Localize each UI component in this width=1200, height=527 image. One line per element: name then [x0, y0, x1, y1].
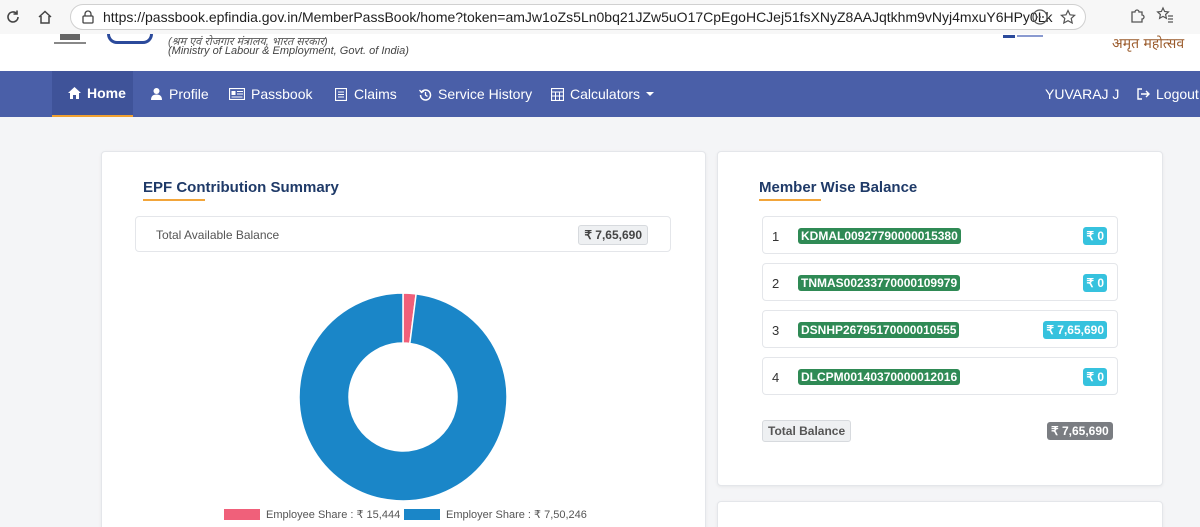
logout-label: Logout — [1156, 86, 1199, 102]
address-bar[interactable]: https://passbook.epfindia.gov.in/MemberP… — [70, 4, 1086, 30]
logout-icon — [1136, 87, 1150, 101]
site-header: (श्रम एवं रोजगार मंत्रालय, भारत सरकार) (… — [0, 34, 1200, 71]
user-icon — [149, 87, 163, 101]
nav-calculators[interactable]: Calculators — [550, 71, 655, 117]
contribution-donut-chart — [299, 293, 507, 501]
user-name-label: YUVARAJ J — [1045, 86, 1120, 102]
donut-slice-employer-share[interactable] — [299, 293, 507, 501]
calculator-icon — [550, 87, 564, 101]
member-account-badge: DLCPM00140370000012016 — [798, 369, 961, 385]
nav-passbook[interactable]: Passbook — [229, 71, 312, 117]
member-row: 1 KDMAL00927790000015380 ₹ 0 — [762, 216, 1118, 254]
member-amount-badge: ₹ 0 — [1083, 227, 1107, 245]
nav-profile-label: Profile — [169, 86, 209, 102]
member-row: 4 DLCPM00140370000012016 ₹ 0 — [762, 357, 1118, 395]
epf-title-underline — [143, 199, 205, 201]
legend-employee-swatch — [224, 509, 260, 520]
nav-home-label: Home — [87, 85, 126, 101]
next-card — [717, 501, 1163, 527]
total-balance-label: Total Balance — [762, 420, 852, 442]
member-balance-title: Member Wise Balance — [759, 179, 918, 196]
legend-employer-swatch — [404, 509, 440, 520]
amrit-mahotsav-logo: अमृत महोत्सव — [1112, 36, 1185, 52]
national-emblem-logo — [54, 34, 86, 44]
member-account-badge: DSNHP26795170000010555 — [798, 322, 960, 338]
total-available-label: Total Available Balance — [156, 228, 280, 242]
card-icon — [229, 87, 245, 101]
member-row-index: 2 — [772, 276, 780, 291]
favorites-icon[interactable] — [1156, 6, 1174, 29]
main-navbar: Home Profile Passbook Claims Service His… — [0, 71, 1200, 117]
digital-india-logo — [1003, 35, 1043, 38]
total-balance-value: ₹ 7,65,690 — [1047, 422, 1113, 440]
member-title-underline — [759, 199, 821, 201]
member-row: 3 DSNHP26795170000010555 ₹ 7,65,690 — [762, 310, 1118, 348]
nav-claims-label: Claims — [354, 86, 397, 102]
member-amount-badge: ₹ 7,65,690 — [1043, 321, 1107, 339]
legend-employee-label: Employee Share : ₹ 15,444 — [266, 509, 401, 521]
total-available-balance: Total Available Balance ₹ 7,65,690 — [135, 216, 671, 252]
epfo-logo — [107, 34, 153, 44]
member-account-badge: TNMAS00233770000109979 — [798, 275, 961, 291]
nav-calculators-label: Calculators — [570, 86, 641, 102]
nav-home[interactable]: Home — [52, 71, 133, 117]
member-account-badge: KDMAL00927790000015380 — [798, 228, 961, 244]
member-amount-badge: ₹ 0 — [1083, 274, 1107, 292]
nav-profile[interactable]: Profile — [149, 71, 209, 117]
total-available-value: ₹ 7,65,690 — [578, 225, 648, 245]
home-icon — [67, 86, 81, 100]
nav-claims[interactable]: Claims — [334, 71, 397, 117]
favorite-star-icon[interactable] — [1059, 8, 1077, 26]
history-icon — [418, 87, 432, 101]
logout-button[interactable]: Logout — [1136, 71, 1199, 117]
document-icon — [334, 87, 348, 101]
legend-employer[interactable]: Employer Share : ₹ 7,50,246 — [404, 508, 587, 521]
browser-toolbar: https://passbook.epfindia.gov.in/MemberP… — [0, 0, 1200, 34]
nav-passbook-label: Passbook — [251, 86, 313, 102]
member-row: 2 TNMAS00233770000109979 ₹ 0 — [762, 263, 1118, 301]
epf-summary-title: EPF Contribution Summary — [143, 179, 339, 196]
member-row-index: 4 — [772, 370, 780, 385]
nav-service-history[interactable]: Service History — [418, 71, 532, 117]
ministry-english: (Ministry of Labour & Employment, Govt. … — [168, 45, 409, 57]
reload-icon[interactable] — [2, 6, 24, 28]
user-name: YUVARAJ J — [1045, 71, 1119, 117]
member-row-index: 1 — [772, 229, 780, 244]
member-amount-badge: ₹ 0 — [1083, 368, 1107, 386]
nav-service-history-label: Service History — [438, 86, 533, 102]
site-info-icon[interactable] — [79, 8, 97, 26]
extensions-icon[interactable] — [1128, 6, 1146, 29]
url-text: https://passbook.epfindia.gov.in/MemberP… — [103, 9, 1053, 25]
member-row-index: 3 — [772, 323, 780, 338]
legend-employer-label: Employer Share : ₹ 7,50,246 — [446, 509, 587, 521]
legend-employee[interactable]: Employee Share : ₹ 15,444 — [224, 508, 400, 521]
more-icon[interactable] — [1031, 8, 1049, 26]
home-browser-icon[interactable] — [34, 6, 56, 28]
chevron-down-icon — [646, 92, 655, 96]
